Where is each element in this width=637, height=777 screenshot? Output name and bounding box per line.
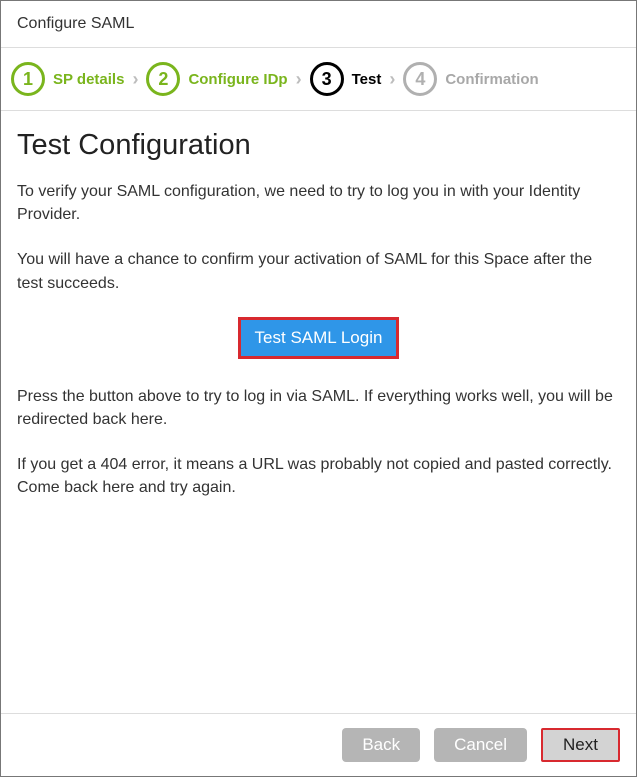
step-number-3: 3 (310, 62, 344, 96)
next-button[interactable]: Next (541, 728, 620, 762)
step-number-1: 1 (11, 62, 45, 96)
intro-text-1: To verify your SAML configuration, we ne… (17, 180, 620, 226)
step-label-3: Test (352, 71, 382, 88)
test-button-container: Test SAML Login (17, 317, 620, 359)
step-sp-details[interactable]: 1 SP details (11, 62, 124, 96)
step-label-4: Confirmation (445, 71, 538, 88)
step-confirmation: 4 Confirmation (403, 62, 538, 96)
chevron-right-icon: › (385, 69, 399, 90)
back-button[interactable]: Back (342, 728, 420, 762)
step-label-2: Configure IDp (188, 71, 287, 88)
dialog-footer: Back Cancel Next (1, 713, 636, 776)
step-test: 3 Test (310, 62, 382, 96)
step-number-4: 4 (403, 62, 437, 96)
help-text-2: If you get a 404 error, it means a URL w… (17, 453, 620, 499)
intro-text-2: You will have a chance to confirm your a… (17, 248, 620, 294)
dialog-header: Configure SAML (1, 1, 636, 48)
help-text-1: Press the button above to try to log in … (17, 385, 620, 431)
chevron-right-icon: › (292, 69, 306, 90)
test-saml-login-button[interactable]: Test SAML Login (238, 317, 400, 359)
step-configure-idp[interactable]: 2 Configure IDp (146, 62, 287, 96)
step-number-2: 2 (146, 62, 180, 96)
step-label-1: SP details (53, 71, 124, 88)
dialog-title: Configure SAML (17, 15, 134, 32)
cancel-button[interactable]: Cancel (434, 728, 527, 762)
main-content: Test Configuration To verify your SAML c… (1, 111, 636, 713)
wizard-stepper: 1 SP details › 2 Configure IDp › 3 Test … (1, 48, 636, 111)
page-heading: Test Configuration (17, 129, 620, 162)
chevron-right-icon: › (128, 69, 142, 90)
